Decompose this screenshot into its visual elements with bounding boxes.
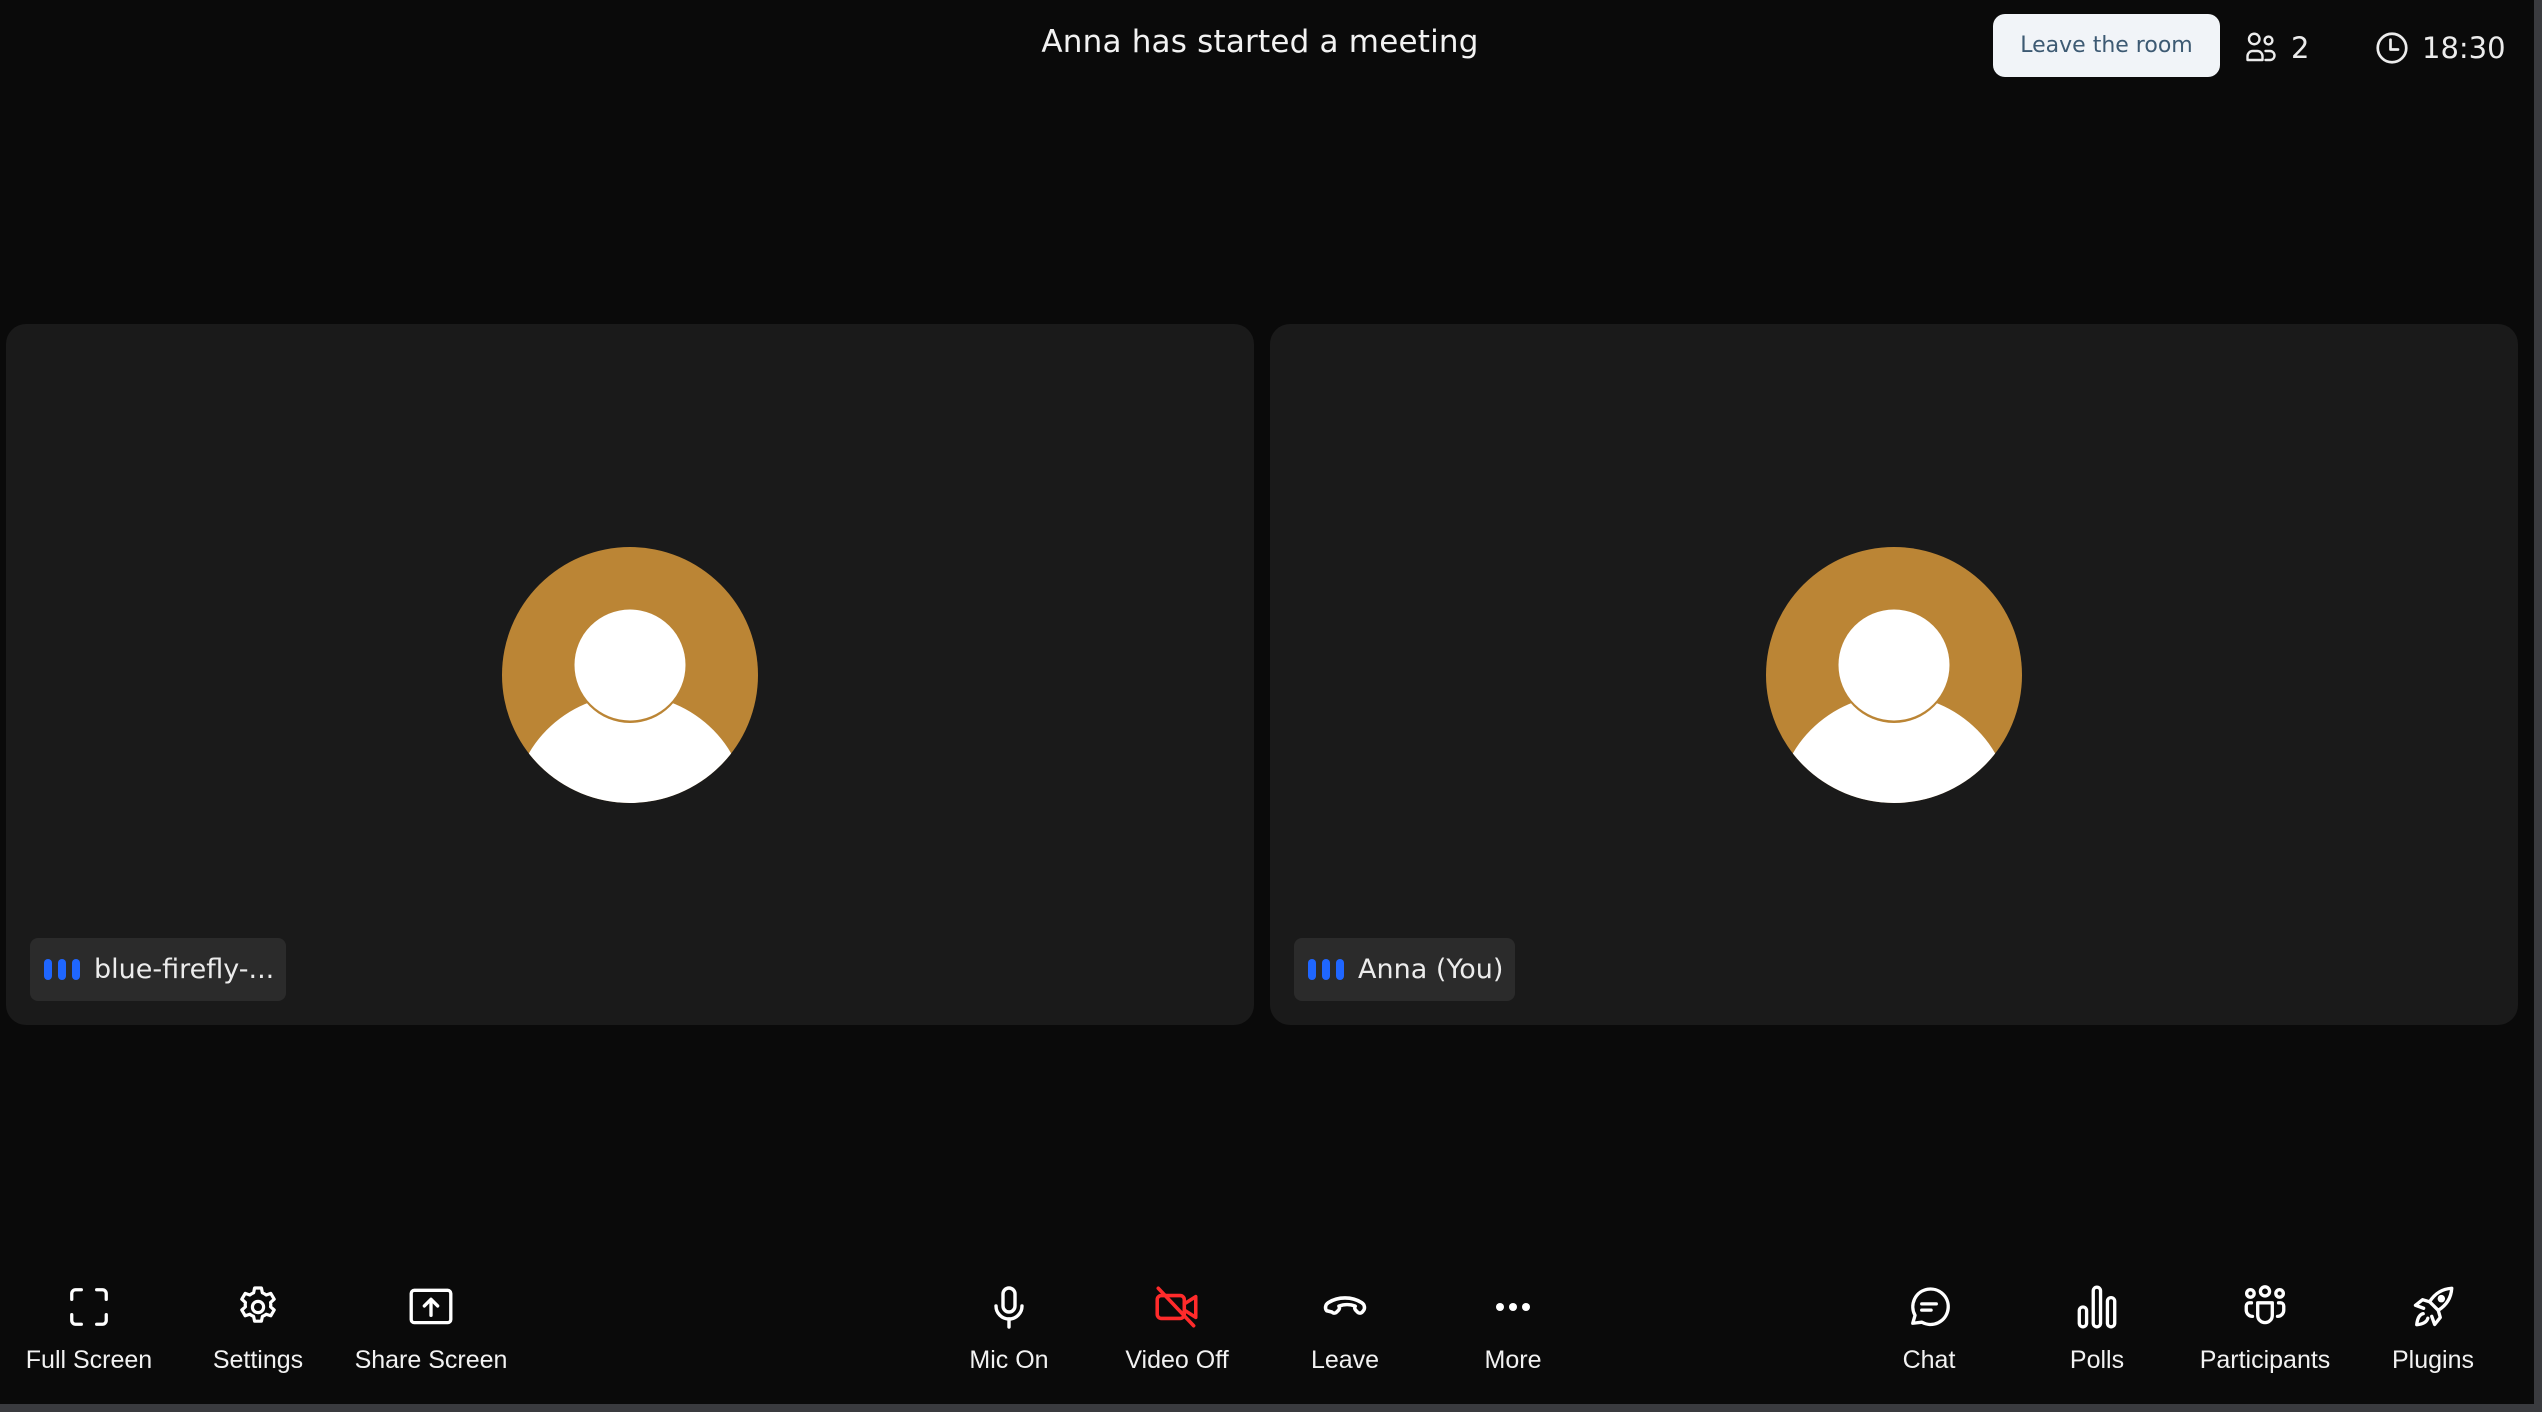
- clock-icon: [2376, 32, 2408, 64]
- participant-count-value: 2: [2291, 31, 2310, 65]
- participant-tile-self[interactable]: Anna (You): [1270, 324, 2518, 1025]
- polls-label: Polls: [2069, 1346, 2125, 1374]
- participants-label: Participants: [2199, 1346, 2331, 1374]
- participant-name: Anna (You): [1358, 954, 1504, 985]
- participants-button[interactable]: Participants: [2181, 1282, 2349, 1392]
- users-icon: [2246, 32, 2276, 62]
- meeting-time: 18:30: [2422, 31, 2506, 65]
- more-label: More: [1484, 1346, 1542, 1374]
- chat-label: Chat: [1902, 1346, 1956, 1374]
- user-avatar-icon: [502, 547, 758, 803]
- video-toggle-button[interactable]: Video Off: [1093, 1282, 1261, 1392]
- video-label: Video Off: [1125, 1346, 1229, 1374]
- share-screen-label: Share Screen: [354, 1346, 508, 1374]
- participant-name-tag: blue-firefly-...: [30, 938, 287, 1001]
- video-off-icon: [1155, 1286, 1198, 1328]
- participant-tile[interactable]: blue-firefly-...: [6, 324, 1254, 1025]
- user-avatar-icon: [1766, 547, 2022, 803]
- participant-name-tag: Anna (You): [1294, 938, 1516, 1001]
- plugins-label: Plugins: [2392, 1346, 2474, 1374]
- more-dots-icon: [1496, 1303, 1530, 1311]
- chat-icon: [1911, 1287, 1950, 1327]
- gear-icon: [240, 1286, 276, 1323]
- more-button[interactable]: More: [1429, 1282, 1597, 1392]
- participants-icon: [2244, 1285, 2286, 1325]
- leave-the-room-button[interactable]: Leave the room: [1993, 14, 2220, 77]
- share-screen-icon: [409, 1288, 453, 1325]
- settings-button[interactable]: Settings: [174, 1282, 342, 1392]
- leave-button[interactable]: Leave: [1261, 1282, 1429, 1392]
- participant-name: blue-firefly-...: [94, 954, 275, 985]
- settings-label: Settings: [212, 1346, 304, 1374]
- polls-button[interactable]: Polls: [2013, 1282, 2181, 1392]
- plugins-button[interactable]: Plugins: [2349, 1282, 2517, 1392]
- share-screen-button[interactable]: Share Screen: [347, 1282, 515, 1392]
- polls-icon: [2077, 1285, 2117, 1329]
- leave-label: Leave: [1310, 1346, 1380, 1374]
- audio-bars-icon: [44, 959, 80, 980]
- audio-bars-icon: [1308, 959, 1344, 980]
- fullscreen-icon: [70, 1288, 108, 1326]
- window-bottom-edge: [0, 1404, 2542, 1412]
- window-right-edge: [2534, 0, 2542, 1412]
- mic-label: Mic On: [969, 1346, 1049, 1374]
- microphone-icon: [994, 1286, 1024, 1329]
- participant-count[interactable]: 2: [2243, 28, 2309, 68]
- rocket-icon: [2413, 1286, 2454, 1327]
- chat-button[interactable]: Chat: [1845, 1282, 2013, 1392]
- phone-hangup-icon: [1323, 1296, 1367, 1315]
- meeting-clock: 18:30: [2374, 28, 2506, 68]
- full-screen-button[interactable]: Full Screen: [5, 1282, 173, 1392]
- full-screen-label: Full Screen: [25, 1346, 153, 1374]
- mic-toggle-button[interactable]: Mic On: [925, 1282, 1093, 1392]
